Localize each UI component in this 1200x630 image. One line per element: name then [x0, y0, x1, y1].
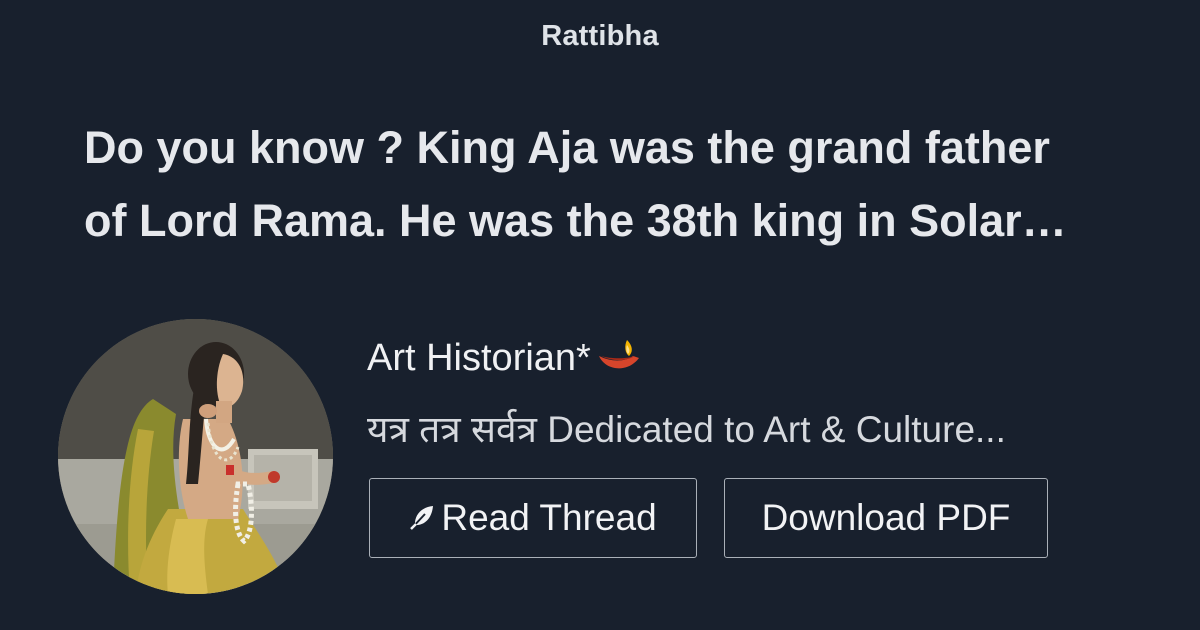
thread-title-line-2: of Lord Rama. He was the 38th king in So… — [84, 195, 1067, 246]
author-name-row[interactable]: Art Historian* — [367, 336, 641, 386]
read-thread-button[interactable]: Read Thread — [369, 478, 697, 558]
diya-lamp-icon — [597, 336, 641, 386]
feather-icon — [409, 497, 435, 539]
share-card: Rattibha Do you know ? King Aja was the … — [0, 0, 1200, 630]
site-name: Rattibha — [541, 20, 659, 52]
author-name: Art Historian* — [367, 337, 591, 379]
author-bio: यत्र तत्र सर्वत्र Dedicated to Art & Cul… — [367, 409, 1006, 450]
author-avatar — [58, 319, 333, 594]
download-pdf-label: Download PDF — [761, 497, 1011, 538]
read-thread-label: Read Thread — [441, 497, 657, 538]
thread-title-line-1: Do you know ? King Aja was the grand fat… — [84, 122, 1050, 173]
thread-title: Do you know ? King Aja was the grand fat… — [84, 111, 1144, 257]
download-pdf-button[interactable]: Download PDF — [724, 478, 1048, 558]
